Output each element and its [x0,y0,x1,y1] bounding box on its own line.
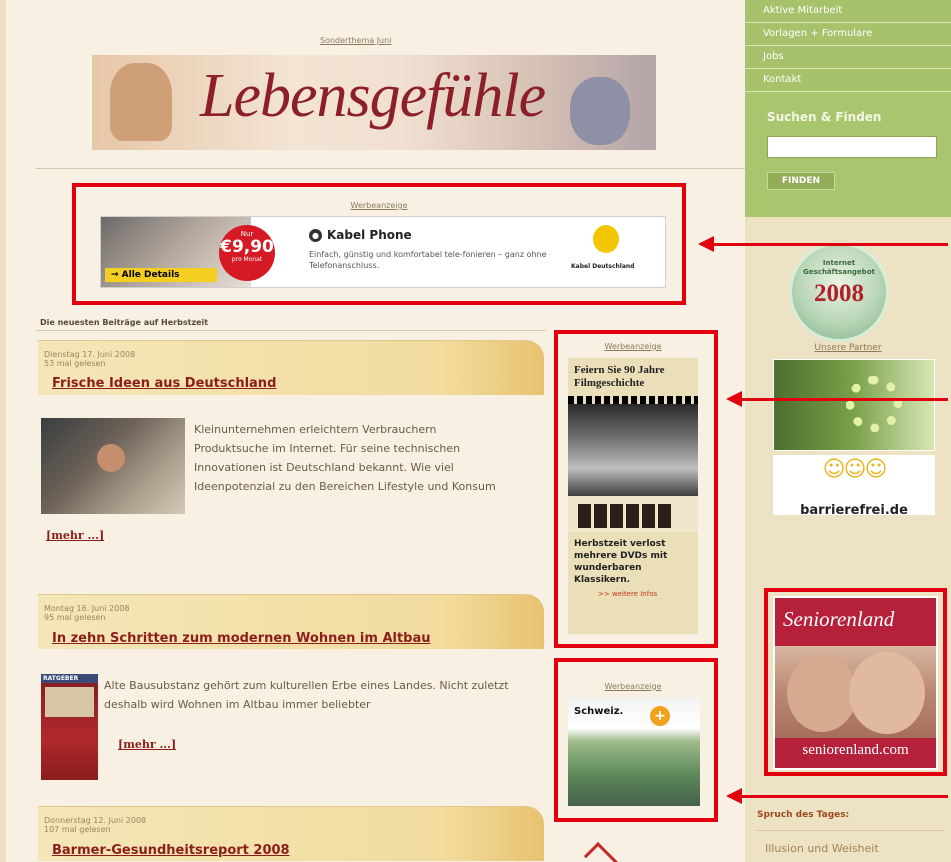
arrow-icon [726,391,948,407]
section-divider [36,330,546,331]
werbeanzeige-label[interactable]: Werbeanzeige [76,201,682,210]
filmstrip [568,396,698,404]
partner2-text: barrierefrei.de [800,503,908,515]
kabel-phone-ad[interactable]: → Alle Details Nur €9,90 pro Monat ● Kab… [100,216,666,288]
mehr-link[interactable]: [mehr ...] [118,738,176,751]
search-panel: Suchen & Finden FINDEN [745,92,951,217]
werbeanzeige-label[interactable]: Werbeanzeige [568,682,698,691]
seniorenland-ad[interactable]: Seniorenland seniorenland.com [773,596,938,770]
seniorenland-photo [775,646,936,738]
ratgeber-tag: RATGEBER [41,674,98,683]
gear-icon [846,376,902,432]
spruch-heading: Spruch des Tages: [757,810,850,820]
seniorenland-logo: Seniorenland [775,598,936,646]
dvd-cover [658,504,671,528]
article-title-link[interactable]: Barmer-Gesundheitsreport 2008 [52,843,290,858]
banner-person-left [110,63,172,141]
award-badge[interactable]: Internet Geschäftsangebot 2008 [789,242,889,342]
partner-logo-green[interactable] [773,359,935,451]
main-content: Sonderthema Juni Lebensgefühle Werbeanze… [0,0,746,862]
seniorenland-url: seniorenland.com [775,738,936,768]
article-image[interactable]: RATGEBER [41,674,98,780]
image-person [97,444,125,472]
partners-heading[interactable]: Unsere Partner [745,343,951,353]
price-period: pro Monat [231,256,263,263]
sidebar-item-kontakt[interactable]: Kontakt [745,69,951,92]
article-date: Donnerstag 12. Juni 2008 [44,816,147,825]
partner-logo-barrierefrei[interactable]: ☺☺☺ barrierefrei.de [773,455,935,515]
face-right [849,652,925,734]
dvd-cover [626,504,639,528]
kabel-ad-title: Kabel Phone [327,228,412,242]
werbeanzeige-label[interactable]: Werbeanzeige [568,342,698,351]
article-teaser: Kleinunternehmen erleichtern Verbraucher… [194,423,496,493]
dvd-cover [594,504,607,528]
arrow-icon [698,236,948,252]
badge-line2: Geschäftsangebot [803,268,875,276]
arrow-icon [726,788,948,804]
dvd-cover [578,504,591,528]
award-badge-area: Internet Geschäftsangebot 2008 [745,217,951,342]
kabel-brand: Kabel Deutschland [571,263,635,270]
film-ad-title: Feiern Sie 90 Jahre Filmgeschichte [574,364,665,389]
article-image[interactable] [41,418,185,514]
schweiz-ad-title: Schweiz. [574,706,624,717]
price-badge: Nur €9,90 pro Monat [219,225,275,281]
dvd-cover [610,504,623,528]
schweiz-ad[interactable]: Schweiz. + [568,698,700,806]
film-dvd-ad[interactable]: Feiern Sie 90 Jahre Filmgeschichte Herbs… [568,358,698,634]
search-title: Suchen & Finden [767,110,882,124]
house-roof-icon [583,842,640,862]
sidebar-item-aktive-mitarbeit[interactable]: Aktive Mitarbeit [745,0,951,23]
spruch-text: Illusion und Weisheit [765,842,879,855]
spruch-divider [755,830,945,831]
lebensgefuehle-banner[interactable]: Lebensgefühle [92,55,656,150]
phone-icon: ● [309,229,322,242]
sidebar-item-vorlagen[interactable]: Vorlagen + Formulare [745,23,951,46]
sidebar-item-jobs[interactable]: Jobs [745,46,951,69]
swiss-cross-icon: + [650,706,670,726]
badge-year: 2008 [814,280,864,307]
film-photo [568,404,698,496]
banner-person-right [570,77,630,145]
article-views: 95 mal gelesen [44,613,106,622]
article-teaser: Alte Bausubstanz gehört zum kulturellen … [104,679,509,711]
price-amount: €9,90 [220,237,274,257]
mehr-link[interactable]: [mehr ...] [46,529,104,542]
article-date: Dienstag 17. Juni 2008 [44,350,136,359]
article-title-link[interactable]: Frische Ideen aus Deutschland [52,376,276,391]
header-divider [36,168,746,169]
dvd-covers [568,496,698,532]
weitere-infos-link[interactable]: >> weitere Infos [568,586,698,598]
kabel-deutschland-logo-icon [593,225,619,253]
banner-title: Lebensgefühle [200,62,546,130]
kabel-ad-highlight: Werbeanzeige → Alle Details Nur €9,90 pr… [72,183,686,305]
article-date: Montag 16. Juni 2008 [44,604,130,613]
alle-details-button[interactable]: → Alle Details [105,268,217,282]
kabel-ad-text: Einfach, günstig und komfortabel tele-fo… [309,250,547,270]
badge-line1: Internet [822,259,856,267]
dvd-cover [642,504,655,528]
people-icon: ☺☺☺ [822,457,888,482]
section-heading: Die neuesten Beiträge auf Herbstzeit [40,318,209,327]
finden-button[interactable]: FINDEN [767,172,835,190]
sonderthema-link[interactable]: Sonderthema Juni [320,36,391,45]
image-house [45,687,94,717]
search-input[interactable] [767,136,937,158]
face-left [787,654,857,732]
article-views: 53 mal gelesen [44,359,106,368]
article-title-link[interactable]: In zehn Schritten zum modernen Wohnen im… [52,631,431,646]
article-views: 107 mal gelesen [44,825,111,834]
film-ad-text: Herbstzeit verlost mehrere DVDs mit wund… [574,539,668,585]
